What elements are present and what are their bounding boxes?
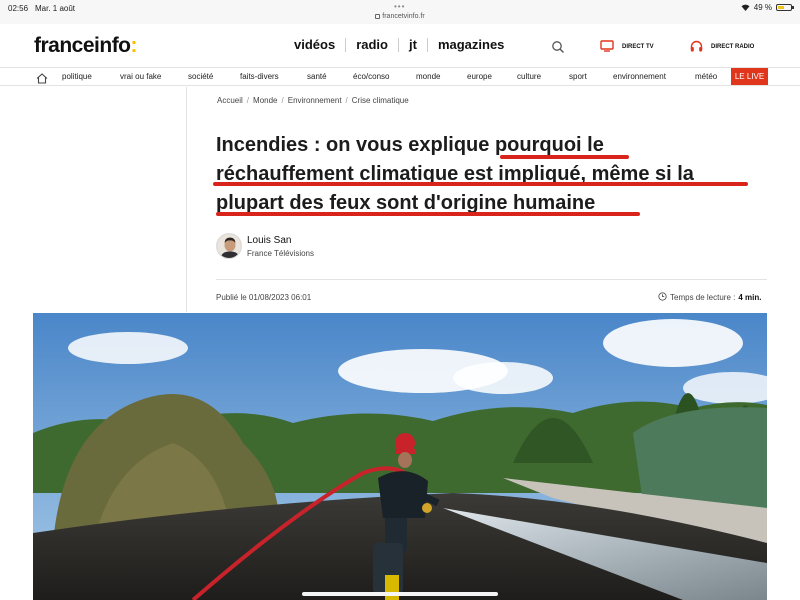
- breadcrumb-separator: /: [345, 96, 348, 105]
- title-line-1: Incendies : on vous explique pourquoi le: [216, 134, 604, 156]
- breadcrumb-monde[interactable]: Monde: [253, 96, 277, 105]
- red-underline-mark: [500, 155, 629, 159]
- author-avatar[interactable]: [216, 233, 242, 259]
- reading-time-label: Temps de lecture :: [670, 293, 736, 302]
- lock-icon: [375, 13, 381, 19]
- address-url: francetvinfo.fr: [382, 13, 425, 20]
- ios-status-bar: 02:56 Mar. 1 août ••• francetvinfo.fr 49…: [0, 0, 800, 24]
- battery-icon: [776, 4, 794, 11]
- nav-jt[interactable]: jt: [397, 38, 427, 52]
- direct-radio-label: DIRECT RADIO: [711, 44, 755, 50]
- breadcrumb-crise-climatique[interactable]: Crise climatique: [352, 96, 409, 105]
- category-monde[interactable]: monde: [416, 72, 440, 81]
- nav-magazines[interactable]: magazines: [426, 38, 514, 52]
- status-indicators: 49 %: [741, 3, 794, 12]
- direct-tv-label: DIRECT TV: [622, 44, 654, 50]
- category-meteo[interactable]: météo: [695, 72, 717, 81]
- breadcrumb-accueil[interactable]: Accueil: [217, 96, 243, 105]
- wifi-icon: [741, 4, 750, 11]
- article-title: Incendies : on vous explique pourquoi le…: [216, 131, 776, 218]
- clock-icon: [658, 292, 667, 303]
- article-hero-photo: [33, 313, 767, 600]
- category-sante[interactable]: santé: [307, 72, 327, 81]
- category-vrai-ou-fake[interactable]: vrai ou fake: [120, 72, 161, 81]
- breadcrumb-environnement[interactable]: Environnement: [288, 96, 342, 105]
- breadcrumb-separator: /: [246, 96, 250, 105]
- home-indicator[interactable]: [302, 592, 498, 596]
- meta-divider: [216, 279, 767, 280]
- breadcrumb: Accueil / Monde / Environnement / Crise climat…: [217, 96, 409, 105]
- category-politique[interactable]: politique: [62, 72, 92, 81]
- status-time: 02:56: [8, 4, 29, 13]
- search-icon[interactable]: [551, 40, 565, 54]
- category-culture[interactable]: culture: [517, 72, 541, 81]
- red-underline-mark: [213, 182, 748, 186]
- category-bar: politique vrai ou fake société faits-div…: [0, 67, 800, 86]
- multitasking-dots-icon[interactable]: •••: [394, 2, 405, 11]
- direct-tv-button[interactable]: DIRECT TV: [600, 40, 654, 54]
- reading-time: Temps de lecture : 4 min.: [658, 292, 762, 303]
- direct-radio-button[interactable]: DIRECT RADIO: [690, 40, 754, 54]
- author-name[interactable]: Louis San: [247, 235, 291, 246]
- reading-time-value: 4 min.: [738, 293, 762, 302]
- main-nav: vidéos radio jt magazines: [290, 38, 514, 52]
- address-bar[interactable]: francetvinfo.fr: [0, 13, 800, 20]
- le-live-button[interactable]: LE LIVE: [731, 68, 768, 85]
- red-underline-mark: [216, 212, 640, 216]
- home-icon[interactable]: [36, 71, 48, 84]
- status-date: Mar. 1 août: [35, 4, 76, 13]
- battery-percent: 49 %: [753, 3, 772, 12]
- headphones-icon: [690, 40, 703, 54]
- published-date: Publié le 01/08/2023 06:01: [216, 293, 312, 302]
- breadcrumb-separator: /: [281, 96, 284, 105]
- nav-radio[interactable]: radio: [345, 38, 398, 52]
- tv-icon: [600, 40, 614, 54]
- content-divider: [186, 87, 187, 312]
- author-organization: France Télévisions: [247, 249, 314, 258]
- category-eco-conso[interactable]: éco/conso: [353, 72, 389, 81]
- site-header: franceinfo: vidéos radio jt magazines DI…: [0, 24, 800, 68]
- franceinfo-logo[interactable]: franceinfo:: [34, 34, 137, 58]
- category-faits-divers[interactable]: faits-divers: [240, 72, 279, 81]
- category-sport[interactable]: sport: [569, 72, 587, 81]
- category-environnement[interactable]: environnement: [613, 72, 666, 81]
- nav-videos[interactable]: vidéos: [290, 38, 345, 52]
- category-societe[interactable]: société: [188, 72, 213, 81]
- category-europe[interactable]: europe: [467, 72, 492, 81]
